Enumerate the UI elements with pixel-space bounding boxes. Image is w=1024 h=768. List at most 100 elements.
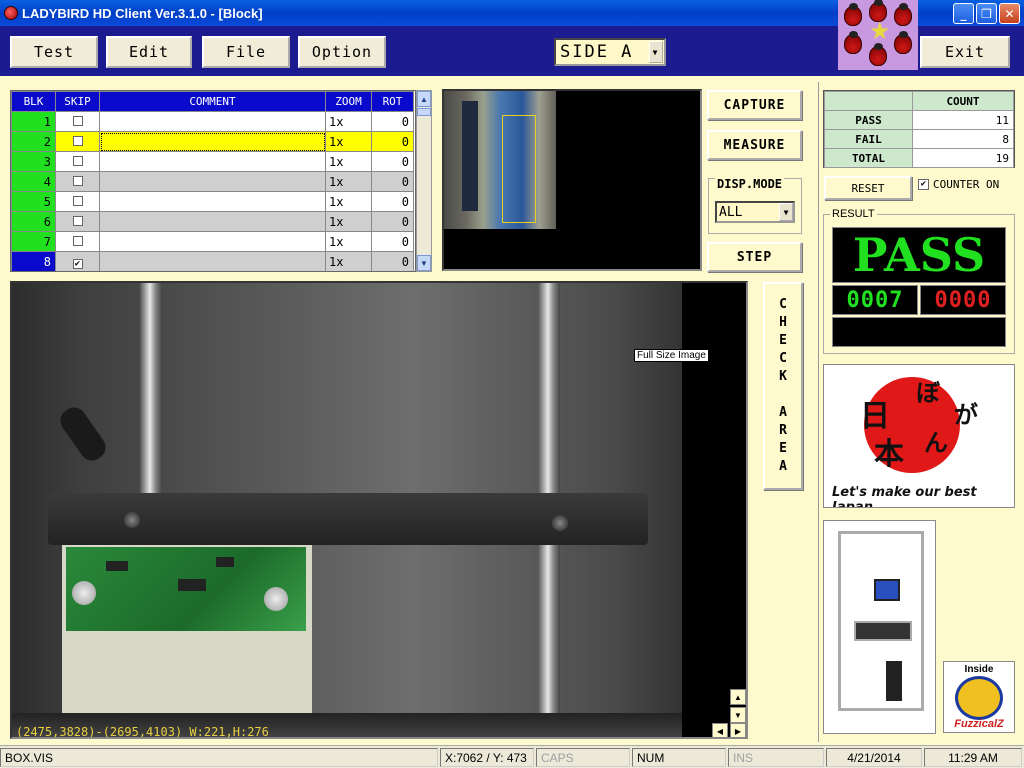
block-preview-image[interactable] <box>442 89 702 271</box>
grid-header-zoom[interactable]: ZOOM <box>325 91 372 112</box>
grid-cell-skip[interactable] <box>55 171 100 192</box>
minimize-button[interactable]: _ <box>953 3 974 24</box>
main-camera-image[interactable]: Full Size Image (2475,3828)-(2695,4103) … <box>10 281 748 739</box>
option-button[interactable]: Option <box>298 36 386 68</box>
grid-cell-rot[interactable]: 0 <box>371 191 414 212</box>
grid-cell-blk[interactable]: 8 <box>11 251 56 271</box>
scroll-up-icon[interactable]: ▲ <box>417 91 431 107</box>
grid-cell-skip[interactable] <box>55 131 100 152</box>
grid-cell-blk[interactable]: 2 <box>11 131 56 152</box>
table-row[interactable]: 6 1x 0 <box>11 211 414 232</box>
skip-checkbox[interactable] <box>72 155 83 166</box>
skip-checkbox[interactable] <box>72 215 83 226</box>
scroll-thumb[interactable] <box>417 108 431 116</box>
step-button[interactable]: STEP <box>707 242 802 272</box>
grid-cell-skip[interactable] <box>55 151 100 172</box>
grid-cell-rot[interactable]: 0 <box>371 131 414 152</box>
table-row[interactable]: 5 1x 0 <box>11 191 414 212</box>
reset-button[interactable]: RESET <box>824 176 912 200</box>
grid-cell-rot[interactable]: 0 <box>371 111 414 132</box>
circuit-board <box>66 547 306 631</box>
edit-button[interactable]: Edit <box>106 36 192 68</box>
counter-on-checkbox[interactable]: ✔ <box>918 179 929 190</box>
table-row[interactable]: 7 1x 0 <box>11 231 414 252</box>
grid-cell-comment[interactable] <box>99 231 326 252</box>
grid-cell-skip[interactable] <box>55 231 100 252</box>
grid-cell-rot[interactable]: 0 <box>371 171 414 192</box>
grid-cell-zoom[interactable]: 1x <box>325 171 372 192</box>
grid-header-skip[interactable]: SKIP <box>55 91 100 112</box>
grid-cell-blk[interactable]: 5 <box>11 191 56 212</box>
grid-cell-zoom[interactable]: 1x <box>325 111 372 132</box>
grid-cell-zoom[interactable]: 1x <box>325 251 372 271</box>
count-header: COUNT <box>912 91 1014 111</box>
grid-header-blk[interactable]: BLK <box>11 91 56 112</box>
grid-cell-rot[interactable]: 0 <box>371 251 414 271</box>
chevron-down-icon[interactable]: ▼ <box>779 203 793 221</box>
calligraphy-mark: が <box>954 400 978 429</box>
grid-cell-blk[interactable]: 1 <box>11 111 56 132</box>
result-message <box>832 317 1006 347</box>
skip-checkbox[interactable] <box>72 175 83 186</box>
grid-cell-zoom[interactable]: 1x <box>325 131 372 152</box>
skip-checkbox-checked[interactable]: ✔ <box>72 258 83 269</box>
grid-cell-rot[interactable]: 0 <box>371 151 414 172</box>
fail-value: 8 <box>912 129 1014 149</box>
grid-cell-zoom[interactable]: 1x <box>325 231 372 252</box>
scroll-down-icon[interactable]: ▼ <box>730 707 746 723</box>
check-area-button[interactable]: C H E C K A R E A <box>763 282 803 490</box>
grid-cell-blk[interactable]: 6 <box>11 211 56 232</box>
scroll-up-icon[interactable]: ▲ <box>730 689 746 705</box>
test-button[interactable]: Test <box>10 36 98 68</box>
grid-cell-comment[interactable] <box>99 131 326 152</box>
table-row[interactable]: 8 ✔ 1x 0 <box>11 251 414 271</box>
scroll-down-icon[interactable]: ▼ <box>417 255 431 271</box>
grid-header-comment[interactable]: COMMENT <box>99 91 326 112</box>
skip-checkbox[interactable] <box>72 195 83 206</box>
file-button[interactable]: File <box>202 36 290 68</box>
skip-checkbox[interactable] <box>72 235 83 246</box>
measure-button[interactable]: MEASURE <box>707 130 802 160</box>
grid-cell-comment[interactable] <box>99 111 326 132</box>
pass-value: 11 <box>912 110 1014 130</box>
skip-checkbox[interactable] <box>72 115 83 126</box>
side-select[interactable]: SIDE A ▼ <box>554 38 666 66</box>
grid-cell-skip[interactable] <box>55 211 100 232</box>
grid-cell-skip[interactable] <box>55 111 100 132</box>
grid-scrollbar[interactable]: ▲ ▼ <box>416 90 432 272</box>
grid-cell-skip[interactable]: ✔ <box>55 251 100 271</box>
grid-cell-comment[interactable] <box>99 191 326 212</box>
grid-cell-blk[interactable]: 4 <box>11 171 56 192</box>
disp-mode-select[interactable]: ALL ▼ <box>715 201 795 223</box>
skip-checkbox[interactable] <box>72 135 83 146</box>
exit-button[interactable]: Exit <box>920 36 1010 68</box>
grid-cell-comment[interactable] <box>99 211 326 232</box>
grid-cell-comment[interactable] <box>99 151 326 172</box>
scroll-right-icon[interactable]: ▶ <box>730 723 746 737</box>
table-row[interactable]: 3 1x 0 <box>11 151 414 172</box>
scroll-left-icon[interactable]: ◀ <box>712 723 728 737</box>
count-corner <box>824 91 913 111</box>
close-button[interactable]: ✕ <box>999 3 1020 24</box>
table-row[interactable]: 1 1x 0 <box>11 111 414 132</box>
grid-cell-comment[interactable] <box>99 171 326 192</box>
grid-cell-rot[interactable]: 0 <box>371 211 414 232</box>
grid-cell-comment[interactable] <box>99 251 326 271</box>
counter-on-label: COUNTER ON <box>933 178 1000 191</box>
grid-cell-blk[interactable]: 3 <box>11 151 56 172</box>
ladybug-logo: ★ <box>838 0 918 70</box>
component <box>72 581 96 605</box>
table-row[interactable]: 4 1x 0 <box>11 171 414 192</box>
grid-cell-skip[interactable] <box>55 191 100 212</box>
grid-cell-blk[interactable]: 7 <box>11 231 56 252</box>
counter-on-toggle[interactable]: ✔ COUNTER ON <box>918 178 999 191</box>
grid-header-rot[interactable]: ROT <box>371 91 414 112</box>
grid-cell-zoom[interactable]: 1x <box>325 151 372 172</box>
table-row-selected[interactable]: 2 1x 0 <box>11 131 414 152</box>
maximize-button[interactable]: ❐ <box>976 3 997 24</box>
chevron-down-icon[interactable]: ▼ <box>649 41 663 63</box>
grid-cell-zoom[interactable]: 1x <box>325 211 372 232</box>
grid-cell-rot[interactable]: 0 <box>371 231 414 252</box>
capture-button[interactable]: CAPTURE <box>707 90 802 120</box>
grid-cell-zoom[interactable]: 1x <box>325 191 372 212</box>
